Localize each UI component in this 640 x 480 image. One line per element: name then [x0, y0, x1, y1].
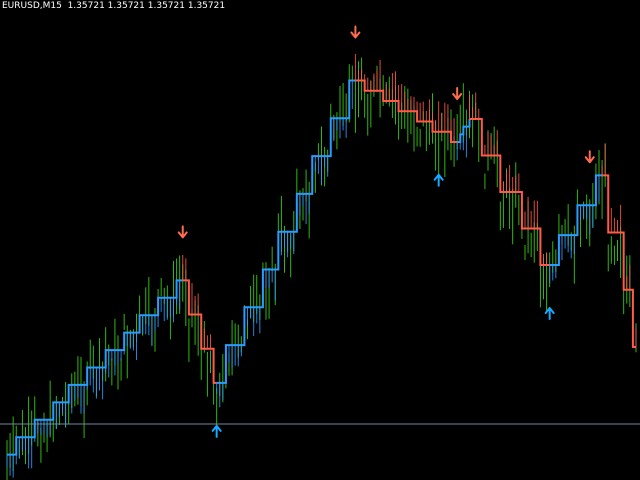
buy-arrow-icon: [211, 424, 222, 438]
open-price: 1.35721: [67, 1, 105, 11]
low-price: 1.35721: [147, 1, 185, 11]
trend-line-segment-up: [7, 279, 183, 456]
trend-line-segment-down: [182, 279, 217, 384]
trend-line-segment-up: [216, 79, 356, 384]
trend-line: [6, 53, 637, 478]
sell-arrow-icon: [452, 87, 463, 100]
sell-arrow-icon: [584, 150, 595, 164]
trend-line-segment-down: [602, 174, 636, 348]
trend-line-segment-up: [549, 174, 603, 266]
sell-arrow-icon: [177, 225, 188, 239]
symbol-header: EURUSD,M15 1.35721 1.35721 1.35721 1.357…: [2, 1, 225, 11]
price-chart[interactable]: [0, 0, 640, 480]
high-price: 1.35721: [107, 1, 145, 11]
sell-arrow-icon: [350, 25, 361, 39]
price-bars: [6, 57, 637, 480]
symbol-label: EURUSD,M15: [2, 1, 62, 11]
buy-arrow-icon: [433, 173, 444, 187]
close-price: 1.35721: [187, 1, 226, 11]
chart-window[interactable]: EURUSD,M15 1.35721 1.35721 1.35721 1.357…: [0, 0, 640, 480]
